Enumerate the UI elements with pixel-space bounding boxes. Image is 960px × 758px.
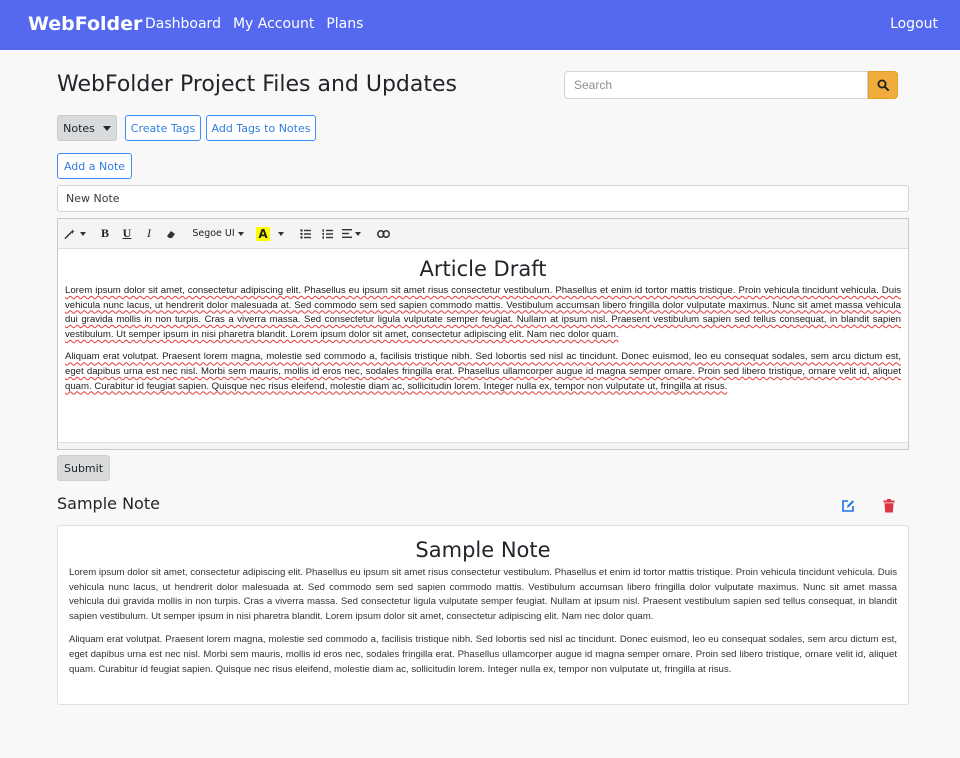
note-title-input[interactable]: New Note [57, 185, 909, 212]
format-group: B U I [94, 224, 182, 244]
rich-text-editor: B U I Segoe UI A Article Draft Lorem ips… [57, 218, 909, 450]
eraser-icon[interactable] [160, 224, 182, 244]
search-icon [877, 79, 890, 91]
font-group: Segoe UI [190, 224, 246, 244]
nav-link-plans[interactable]: Plans [326, 16, 363, 32]
top-navbar: WebFolder Dashboard My Account Plans Log… [0, 0, 960, 50]
color-group: A [254, 224, 286, 244]
note-card: Sample Note Lorem ipsum dolor sit amet, … [57, 525, 909, 705]
font-name-dropdown[interactable]: Segoe UI [190, 224, 246, 244]
magic-icon[interactable] [64, 224, 86, 244]
logout-link[interactable]: Logout [890, 16, 938, 32]
nav-link-my-account[interactable]: My Account [233, 16, 314, 32]
align-icon[interactable] [338, 224, 364, 244]
note-title: Sample Note [57, 494, 160, 513]
trash-icon[interactable] [883, 499, 895, 513]
nav-link-dashboard[interactable]: Dashboard [145, 16, 221, 32]
notes-dropdown-label: Notes [63, 121, 95, 135]
add-note-button[interactable]: Add a Note [57, 153, 132, 179]
list-group [294, 224, 364, 244]
note-paragraph: Aliquam erat volutpat. Praesent lorem ma… [69, 634, 897, 675]
style-group [64, 224, 86, 244]
editor-paragraph: Aliquam erat volutpat. Praesent lorem ma… [65, 351, 901, 392]
note-content-heading: Sample Note [415, 538, 551, 562]
nav-links: Dashboard My Account Plans [145, 16, 363, 32]
editor-heading: Article Draft [419, 257, 547, 281]
unordered-list-icon[interactable] [294, 224, 316, 244]
italic-icon[interactable]: I [138, 224, 160, 244]
editor-content[interactable]: Article Draft Lorem ipsum dolor sit amet… [58, 249, 908, 442]
submit-button[interactable]: Submit [57, 455, 110, 481]
editor-paragraph: Lorem ipsum dolor sit amet, consectetur … [65, 285, 901, 340]
bold-icon[interactable]: B [94, 224, 116, 244]
add-tags-to-notes-button[interactable]: Add Tags to Notes [206, 115, 316, 141]
editor-toolbar: B U I Segoe UI A [58, 219, 908, 249]
note-paragraph: Lorem ipsum dolor sit amet, consectetur … [69, 567, 897, 622]
ordered-list-icon[interactable] [316, 224, 338, 244]
link-icon[interactable] [372, 224, 394, 244]
insert-group [372, 224, 394, 244]
search-input[interactable] [564, 71, 869, 99]
editor-resize-handle[interactable] [58, 442, 908, 449]
page-title: WebFolder Project Files and Updates [57, 72, 457, 97]
search-button[interactable] [868, 71, 898, 99]
font-color-icon[interactable]: A [254, 224, 272, 244]
color-dropdown-caret[interactable] [272, 224, 286, 244]
search-bar [564, 71, 898, 99]
notes-dropdown-button[interactable]: Notes [57, 115, 117, 141]
create-tags-button[interactable]: Create Tags [125, 115, 201, 141]
font-name-label: Segoe UI [192, 228, 235, 239]
underline-icon[interactable]: U [116, 224, 138, 244]
caret-down-icon [102, 125, 111, 131]
brand-logo[interactable]: WebFolder [28, 13, 142, 35]
edit-icon[interactable] [841, 499, 855, 513]
